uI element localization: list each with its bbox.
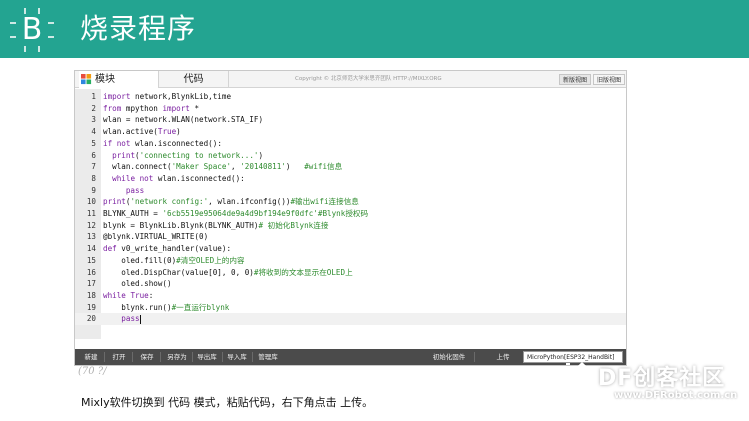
code-text: blynk.run()#一直运行blynk <box>103 302 230 312</box>
code-line[interactable]: 17 oled.show() <box>75 278 626 290</box>
code-text: from mpython import * <box>103 103 200 113</box>
ide-window: 模块 代码 Copyright © 北京师范大学米思齐团队 HTTP://MIX… <box>74 70 627 366</box>
line-number: 8 <box>91 173 96 183</box>
line-number: 3 <box>91 115 96 125</box>
code-text: @blynk.VIRTUAL_WRITE(0) <box>103 232 209 242</box>
code-text: import network,BlynkLib,time <box>103 92 232 101</box>
toolbar-separator <box>474 352 475 362</box>
line-number: 4 <box>91 127 96 137</box>
upload-button[interactable]: 上传 <box>489 349 517 365</box>
tab-code[interactable]: 代码 <box>159 71 229 88</box>
line-number: 13 <box>86 232 96 242</box>
tab-blocks[interactable]: 模块 <box>79 71 159 88</box>
code-text: wlan.active(True) <box>103 127 181 137</box>
code-line[interactable]: 8 while not wlan.isconnected(): <box>75 173 626 185</box>
line-number: 1 <box>91 92 96 101</box>
tab-code-label: 代码 <box>183 74 204 85</box>
code-line[interactable]: 11 BLYNK_AUTH = '6cb5519e95064de9a4d9bf19… <box>75 208 626 220</box>
code-text: pass <box>121 314 141 324</box>
code-text: if not wlan.isconnected(): <box>103 138 222 148</box>
code-line[interactable]: 16 oled.DispChar(value[0], 0, 0)#将收到的文本显… <box>75 267 626 279</box>
code-line[interactable]: 3 wlan = network.WLAN(network.STA_IF) <box>75 114 626 126</box>
code-text: oled.fill(0)#清空OLED上的内容 <box>103 255 245 265</box>
code-text: while True: <box>103 290 154 300</box>
code-text: pass <box>125 185 145 195</box>
code-line[interactable]: 7 wlan.connect('Maker Space', '20140811'… <box>75 161 626 173</box>
blocks-icon <box>81 74 92 85</box>
code-text: print('network config:', wlan.ifconfig()… <box>103 197 359 207</box>
code-line[interactable]: 4 wlan.active(True) <box>75 126 626 138</box>
open-button[interactable]: 打开 <box>107 349 131 365</box>
save-button[interactable]: 保存 <box>135 349 159 365</box>
code-line[interactable]: 10 print('network config:', wlan.ifconfig… <box>75 196 626 208</box>
code-line[interactable]: 2 from mpython import * <box>75 103 626 115</box>
line-number: 12 <box>86 220 96 230</box>
badge-letter: B <box>21 12 43 47</box>
code-text: blynk = BlynkLib.Blynk(BLYNK_AUTH)# 初始化B… <box>103 220 329 230</box>
code-editor[interactable]: 1 import network,BlynkLib,time 2 from mpyth… <box>75 89 626 339</box>
code-text: oled.show() <box>103 279 172 289</box>
watermark-url: www.DFRobot.com.cn <box>614 390 738 401</box>
import-library-button[interactable]: 导入库 <box>223 349 251 365</box>
line-number: 9 <box>91 185 96 195</box>
text-cursor <box>139 314 141 324</box>
line-number: 14 <box>86 244 96 254</box>
handwriting-mark: (70 ?/ <box>78 366 107 377</box>
slide-title: 烧录程序 <box>80 12 197 45</box>
export-library-button[interactable]: 导出库 <box>193 349 221 365</box>
line-number: 17 <box>86 279 96 289</box>
init-firmware-button[interactable]: 初始化固件 <box>425 349 473 365</box>
old-view-button[interactable]: 旧版视图 <box>593 74 625 85</box>
line-number: 15 <box>86 255 96 265</box>
save-as-button[interactable]: 另存为 <box>163 349 191 365</box>
code-line[interactable]: 13 @blynk.VIRTUAL_WRITE(0) <box>75 231 626 243</box>
code-line[interactable]: 5 if not wlan.isconnected(): <box>75 138 626 150</box>
new-button[interactable]: 新建 <box>79 349 103 365</box>
code-line[interactable]: 15 oled.fill(0)#清空OLED上的内容 <box>75 255 626 267</box>
line-number: 16 <box>86 267 96 277</box>
slide-caption: Mixly软件切换到 代码 模式，粘贴代码，右下角点击 上传。 <box>81 396 374 409</box>
line-number: 5 <box>91 138 96 148</box>
manage-library-button[interactable]: 管理库 <box>253 349 283 365</box>
code-line[interactable]: 18 while True: <box>75 290 626 302</box>
line-number: 20 <box>86 314 96 324</box>
code-line[interactable]: 12 blynk = BlynkLib.Blynk(BLYNK_AUTH)# 初始… <box>75 220 626 232</box>
toolbar-separator <box>160 352 161 362</box>
code-text: print('connecting to network...') <box>112 150 264 160</box>
code-line[interactable]: 20 pass <box>75 313 626 325</box>
watermark-brand: DF创客社区 <box>598 366 726 391</box>
code-text: wlan = network.WLAN(network.STA_IF) <box>103 115 264 125</box>
line-number: 19 <box>86 302 96 312</box>
line-number: 6 <box>91 150 96 160</box>
copyright-text: Copyright © 北京师范大学米思齐团队 HTTP://MIXLY.ORG <box>295 76 442 82</box>
tab-blocks-label: 模块 <box>95 74 115 85</box>
code-text: BLYNK_AUTH = '6cb5519e95064de9a4d9bf194e… <box>103 209 369 218</box>
code-text: wlan.connect('Maker Space', '20140811') … <box>103 162 343 172</box>
code-line[interactable]: 14 def v0_write_handler(value): <box>75 243 626 255</box>
code-line[interactable]: 9 pass <box>75 185 626 197</box>
line-number: 2 <box>91 103 96 113</box>
line-number: 11 <box>86 209 96 218</box>
bottom-toolbar: MicroPython[ESP32_HandBit] 新建 打开 保存 另存为 导出库导… <box>75 349 626 365</box>
new-view-button[interactable]: 新版视图 <box>559 74 591 85</box>
slide-header: B 烧录程序 <box>0 0 749 58</box>
code-text: while not wlan.isconnected(): <box>112 173 245 183</box>
section-badge: B <box>10 8 54 52</box>
code-line[interactable]: 19 blynk.run()#一直运行blynk <box>75 302 626 314</box>
line-number: 7 <box>91 162 96 172</box>
code-text: oled.DispChar(value[0], 0, 0)#将收到的文本显示在O… <box>103 267 353 277</box>
code-text: def v0_write_handler(value): <box>103 244 232 254</box>
toolbar-separator <box>104 352 105 362</box>
toolbar-separator <box>132 352 133 362</box>
line-number: 18 <box>86 290 96 300</box>
code-line[interactable]: 1 import network,BlynkLib,time <box>75 91 626 103</box>
tab-bar: 模块 代码 Copyright © 北京师范大学米思齐团队 HTTP://MIX… <box>75 71 626 88</box>
line-number: 10 <box>86 197 96 207</box>
code-line[interactable]: 6 print('connecting to network...') <box>75 150 626 162</box>
